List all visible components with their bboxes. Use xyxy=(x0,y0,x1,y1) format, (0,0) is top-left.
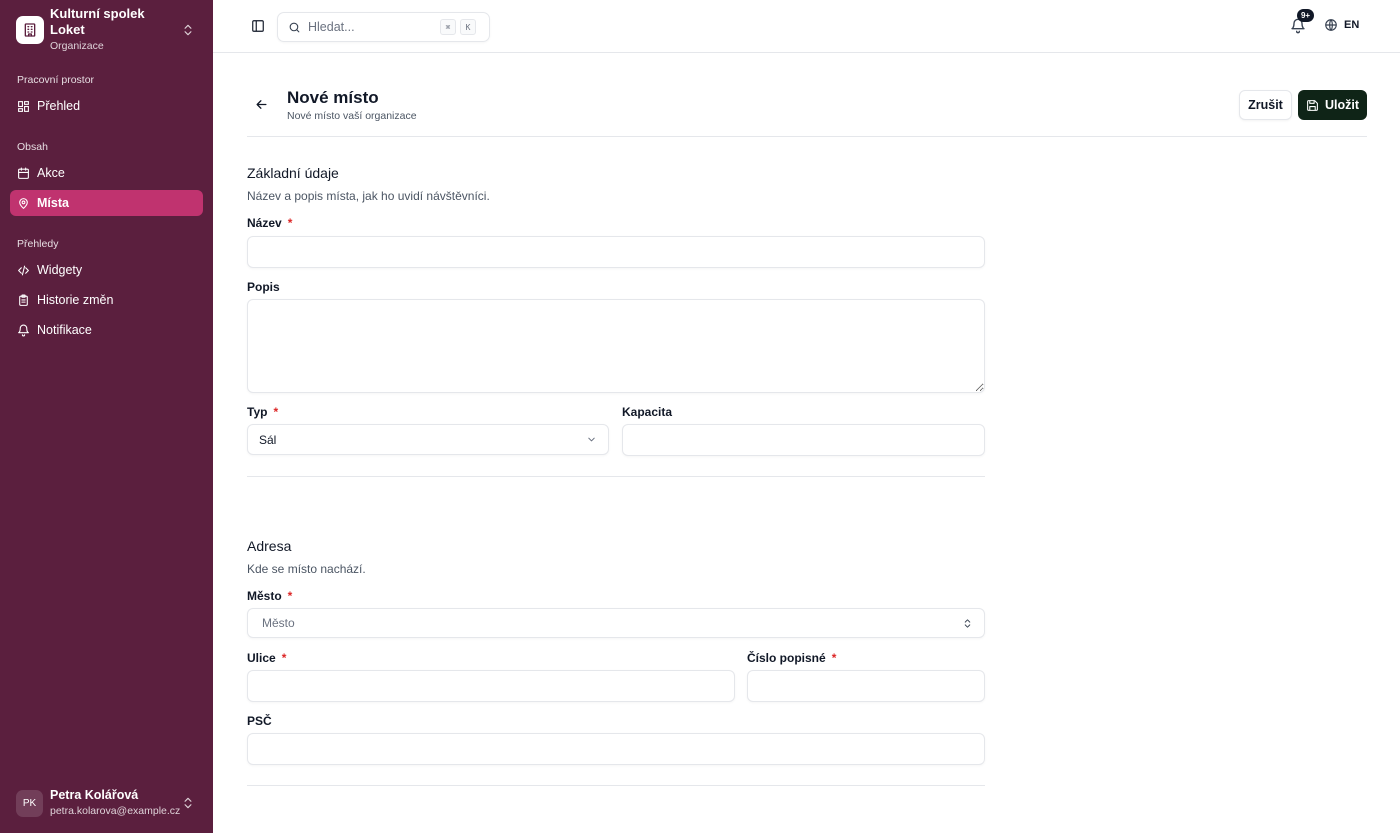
save-icon xyxy=(1307,99,1318,111)
chevron-down-icon xyxy=(588,437,595,442)
section-title-address: Adresa xyxy=(247,538,292,554)
required-marker: * xyxy=(273,405,279,419)
section-divider xyxy=(247,476,985,477)
section-description-basic: Název a popis místa, jak ho uvidí návště… xyxy=(247,189,490,203)
type-label: Typ * xyxy=(247,405,279,419)
zip-label: PSČ xyxy=(247,714,272,728)
name-input[interactable] xyxy=(247,236,985,268)
user-email: petra.kolarova@example.cz xyxy=(50,805,181,817)
sidebar-item-label: Historie změn xyxy=(37,293,114,307)
zip-input[interactable] xyxy=(247,733,985,765)
search-box[interactable]: ⌘ K xyxy=(277,12,490,42)
sidebar-item-label: Místa xyxy=(37,196,69,210)
city-combobox[interactable]: Město xyxy=(247,608,985,638)
user-name: Petra Kolářová xyxy=(50,788,139,802)
section-label-content: Obsah xyxy=(17,141,48,153)
shortcut-key-k: K xyxy=(460,19,476,35)
house-number-label: Číslo popisné * xyxy=(747,651,837,665)
search-icon xyxy=(289,22,300,32)
section-label-workspace: Pracovní prostor xyxy=(17,74,95,86)
calendar-icon xyxy=(18,167,29,179)
sidebar-item-places[interactable]: Místa xyxy=(10,190,203,216)
street-label: Ulice * xyxy=(247,651,287,665)
chevrons-up-down-icon xyxy=(964,618,971,628)
required-marker: * xyxy=(287,216,293,230)
search-input[interactable] xyxy=(308,20,436,34)
sidebar-item-label: Akce xyxy=(37,166,65,180)
capacity-label: Kapacita xyxy=(622,405,673,419)
back-arrow-icon[interactable] xyxy=(254,97,269,112)
code-icon xyxy=(18,265,29,275)
dashboard-icon xyxy=(18,100,29,112)
cancel-button[interactable]: Zrušit xyxy=(1239,90,1292,120)
clipboard-icon xyxy=(19,294,28,306)
name-label: Název * xyxy=(247,216,293,230)
language-code: EN xyxy=(1344,19,1360,31)
required-marker: * xyxy=(287,589,293,603)
section-description-address: Kde se místo nachází. xyxy=(247,562,366,576)
sidebar-item-history[interactable]: Historie změn xyxy=(10,287,203,313)
chevrons-up-down-icon xyxy=(184,24,192,36)
map-pin-icon xyxy=(19,197,28,209)
sidebar-item-notifications[interactable]: Notifikace xyxy=(10,317,203,343)
house-number-input[interactable] xyxy=(747,670,985,702)
type-select[interactable]: Sál xyxy=(247,424,609,455)
save-button[interactable]: Uložit xyxy=(1298,90,1367,120)
city-combobox-placeholder: Město xyxy=(262,616,295,630)
chevrons-up-down-icon xyxy=(184,797,192,809)
section-divider xyxy=(247,785,985,786)
bell-icon xyxy=(18,324,29,336)
sidebar-item-label: Přehled xyxy=(37,99,81,113)
save-button-label: Uložit xyxy=(1324,98,1360,112)
sidebar-item-label: Notifikace xyxy=(37,323,92,337)
globe-icon xyxy=(1325,19,1337,31)
topbar: ⌘ K 9+ EN xyxy=(213,0,1400,53)
sidebar-item-overview[interactable]: Přehled xyxy=(10,93,203,119)
street-input[interactable] xyxy=(247,670,735,702)
sidebar-item-label: Widgety xyxy=(37,263,83,277)
building-icon xyxy=(16,16,44,44)
section-title-basic: Základní údaje xyxy=(247,165,339,181)
capacity-input[interactable] xyxy=(622,424,985,456)
description-label: Popis xyxy=(247,280,280,294)
shortcut-key-cmd: ⌘ xyxy=(440,19,456,35)
org-subtitle: Organizace xyxy=(50,40,104,52)
required-marker: * xyxy=(831,651,837,665)
sidebar-item-widgets[interactable]: Widgety xyxy=(10,257,203,283)
sidebar: Kulturní spolek Loket Organizace Pracovn… xyxy=(0,0,213,833)
page-subtitle: Nové místo vaší organizace xyxy=(287,110,417,122)
user-menu[interactable]: PK Petra Kolářová petra.kolarova@example… xyxy=(10,784,203,822)
city-label: Město * xyxy=(247,589,293,603)
header-divider xyxy=(247,136,1367,137)
notification-badge: 9+ xyxy=(1297,9,1314,22)
language-switcher[interactable]: EN xyxy=(1324,18,1359,32)
org-switcher[interactable]: Kulturní spolek Loket Organizace xyxy=(10,6,203,52)
description-textarea[interactable] xyxy=(247,299,985,393)
page-title: Nové místo xyxy=(287,88,379,107)
sidebar-item-events[interactable]: Akce xyxy=(10,160,203,186)
required-marker: * xyxy=(281,651,287,665)
section-label-reports: Přehledy xyxy=(17,238,59,250)
type-select-value: Sál xyxy=(259,432,277,447)
org-name: Kulturní spolek Loket xyxy=(50,6,145,37)
avatar: PK xyxy=(16,789,43,817)
sidebar-toggle-icon[interactable] xyxy=(251,19,265,33)
